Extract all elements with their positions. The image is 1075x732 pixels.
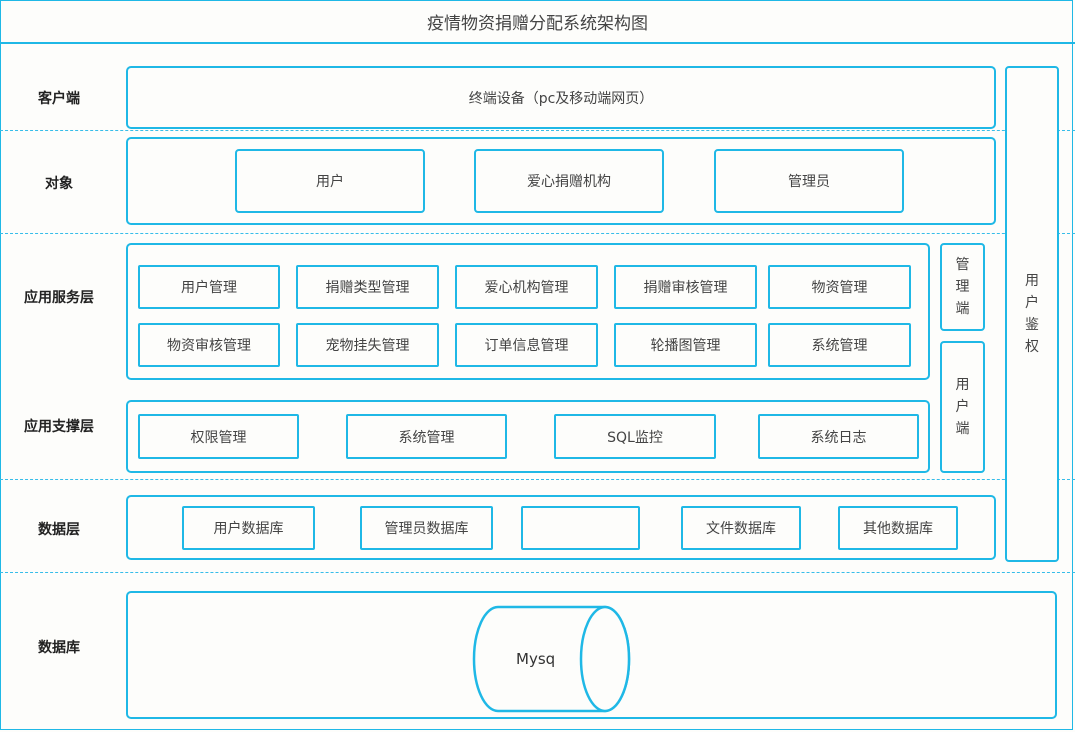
separator bbox=[0, 572, 1075, 573]
data-item: 文件数据库 bbox=[681, 506, 801, 550]
data-item: 用户数据库 bbox=[182, 506, 315, 550]
diagram-title: 疫情物资捐赠分配系统架构图 bbox=[0, 0, 1075, 44]
support-item: 权限管理 bbox=[138, 414, 299, 459]
row-label-client: 客户端 bbox=[38, 91, 80, 107]
admin-end-box: 管理端 bbox=[940, 243, 985, 331]
user-auth-box: 用户鉴权 bbox=[1005, 66, 1059, 562]
support-item: 系统管理 bbox=[346, 414, 507, 459]
admin-end-label: 管理端 bbox=[955, 257, 970, 317]
separator bbox=[0, 130, 1075, 131]
user-auth-label: 用户鉴权 bbox=[1025, 273, 1039, 355]
service-item: 物资审核管理 bbox=[138, 323, 280, 367]
service-item: 爱心机构管理 bbox=[455, 265, 598, 309]
service-item: 轮播图管理 bbox=[614, 323, 757, 367]
row-label-support: 应用支撑层 bbox=[24, 419, 94, 435]
user-end-label: 用户端 bbox=[955, 377, 970, 437]
user-end-box: 用户端 bbox=[940, 341, 985, 473]
service-item: 捐赠类型管理 bbox=[296, 265, 439, 309]
data-item-empty bbox=[521, 506, 640, 550]
separator bbox=[0, 233, 1075, 234]
row-label-object: 对象 bbox=[45, 176, 73, 192]
service-item: 物资管理 bbox=[768, 265, 911, 309]
database-mysql-label: Mysq bbox=[516, 650, 556, 668]
service-item: 订单信息管理 bbox=[455, 323, 598, 367]
row-label-service: 应用服务层 bbox=[24, 290, 94, 306]
row-label-database: 数据库 bbox=[38, 640, 80, 656]
object-user: 用户 bbox=[235, 149, 425, 213]
support-item: 系统日志 bbox=[758, 414, 919, 459]
service-item: 用户管理 bbox=[138, 265, 280, 309]
data-item: 其他数据库 bbox=[838, 506, 958, 550]
data-item: 管理员数据库 bbox=[360, 506, 493, 550]
support-item: SQL监控 bbox=[554, 414, 716, 459]
row-label-data: 数据层 bbox=[38, 522, 80, 538]
object-admin: 管理员 bbox=[714, 149, 904, 213]
service-item: 捐赠审核管理 bbox=[614, 265, 757, 309]
service-item: 系统管理 bbox=[768, 323, 911, 367]
service-item: 宠物挂失管理 bbox=[296, 323, 439, 367]
separator bbox=[0, 479, 1075, 480]
object-charity: 爱心捐赠机构 bbox=[474, 149, 664, 213]
terminal-device-box: 终端设备（pc及移动端网页） bbox=[126, 66, 996, 129]
